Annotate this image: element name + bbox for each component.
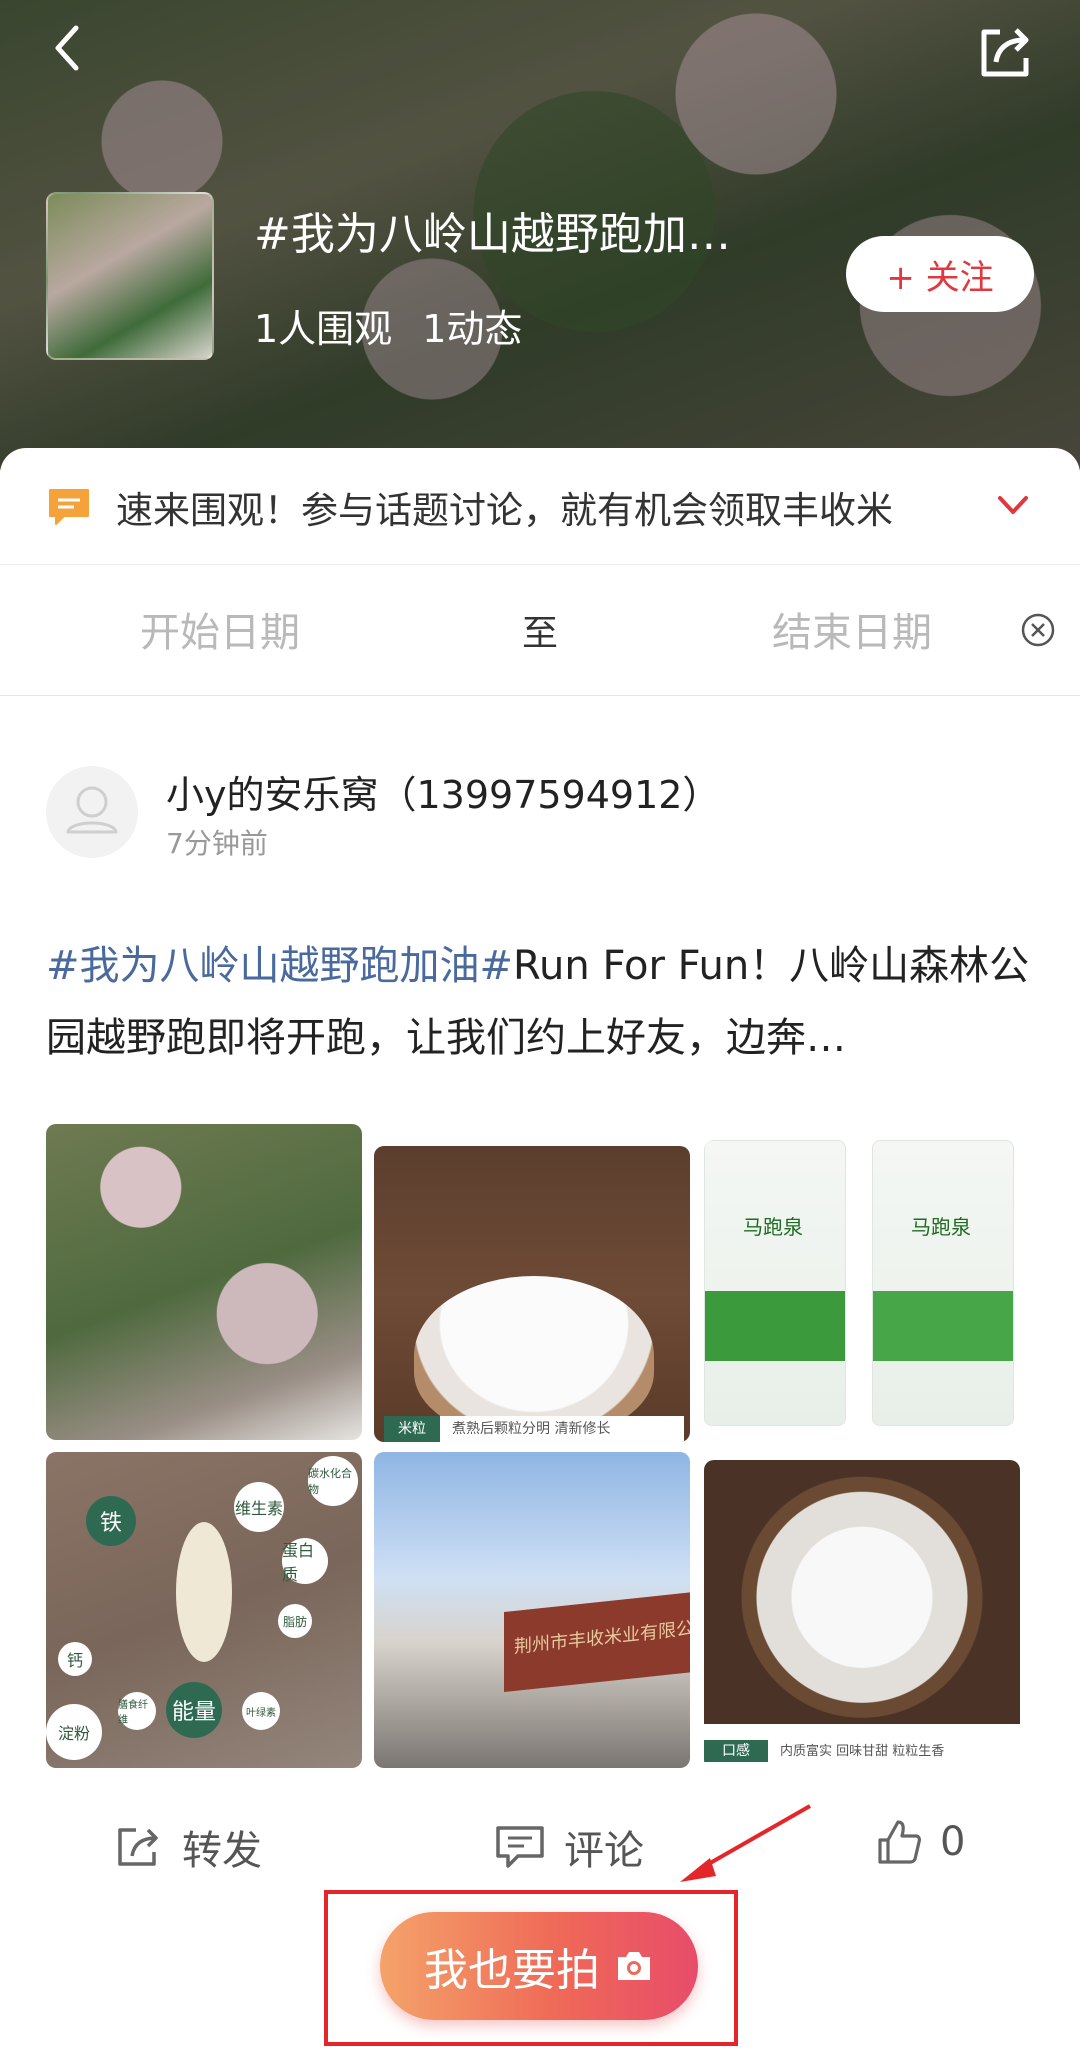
- nutrient-1: 维生素: [234, 1482, 284, 1532]
- start-date-field[interactable]: 开始日期: [140, 600, 300, 658]
- taste-caption-label: 口感: [704, 1740, 768, 1762]
- notice-text: 速来围观！参与话题讨论，就有机会领取丰收米: [116, 489, 893, 532]
- viewer-count: 1人围观: [254, 307, 393, 351]
- user-name[interactable]: 小y的安乐窝（13997594912）: [166, 764, 720, 819]
- like-button[interactable]: 0: [876, 1818, 965, 1866]
- chevron-down-icon[interactable]: [996, 490, 1030, 520]
- end-date-field[interactable]: 结束日期: [772, 600, 932, 658]
- nutrient-9: 淀粉: [46, 1704, 102, 1760]
- nutrient-8: 叶绿素: [242, 1692, 280, 1730]
- topic-title: #我为八岭山越野跑加…: [254, 209, 731, 260]
- topic-tag-link[interactable]: #我为八岭山越野跑加油#: [46, 943, 513, 989]
- rice-caption-label: 米粒: [384, 1416, 440, 1442]
- nutrient-0: 铁: [86, 1496, 136, 1546]
- bag-band-back: [873, 1291, 1013, 1361]
- bag-band: [705, 1291, 845, 1361]
- forward-label: 转发: [182, 1828, 262, 1874]
- post-image-factory[interactable]: 荆州市丰收米业有限公: [374, 1452, 690, 1768]
- clear-icon[interactable]: [1020, 612, 1056, 648]
- user-icon: [66, 786, 118, 834]
- post-image-rice-plate[interactable]: 口感 内质富实 回味甘甜 粒粒生香: [704, 1460, 1020, 1770]
- date-separator: 至: [522, 613, 559, 654]
- shoot-button[interactable]: 我也要拍: [380, 1912, 698, 2020]
- topic-thumbnail: [46, 192, 214, 360]
- share-icon[interactable]: [970, 18, 1040, 88]
- bag-brand: 马跑泉: [743, 1215, 803, 1239]
- thumbs-up-icon: [878, 1820, 921, 1864]
- taste-caption: 口感 内质富实 回味甘甜 粒粒生香: [704, 1740, 1020, 1770]
- post-count: 1动态: [422, 307, 523, 351]
- back-icon[interactable]: [40, 18, 100, 78]
- rice-bowl: [414, 1276, 654, 1436]
- comment-label: 评论: [564, 1828, 644, 1874]
- topic-stats: 1人围观 1动态: [254, 298, 552, 353]
- nutrient-3: 蛋白质: [282, 1538, 328, 1584]
- rice-caption: 米粒 煮熟后颗粒分明 清新修长: [384, 1416, 684, 1442]
- company-sign: 荆州市丰收米业有限公: [504, 1592, 690, 1692]
- nutrient-6: 能量: [166, 1682, 222, 1738]
- comment-icon: [496, 1826, 544, 1868]
- nutrient-2: 碳水化合物: [308, 1456, 358, 1506]
- nutrient-4: 脂肪: [278, 1604, 312, 1638]
- annotation-arrow: [670, 1800, 820, 1890]
- nutrient-7: 膳食纤维: [118, 1692, 156, 1730]
- follow-button[interactable]: + 关注: [846, 236, 1034, 312]
- comment-button[interactable]: 评论: [494, 1818, 644, 1876]
- company-sign-text: 荆州市丰收米业有限公: [514, 1618, 690, 1658]
- camera-icon: [618, 1952, 650, 1980]
- rice-bag-back: 马跑泉: [872, 1140, 1014, 1426]
- post-image-rice-bags[interactable]: 马跑泉 马跑泉: [704, 1140, 1020, 1444]
- avatar[interactable]: [46, 766, 138, 858]
- rice-plate: [704, 1460, 1020, 1724]
- post-text[interactable]: #我为八岭山越野跑加油#Run For Fun！八岭山森林公园越野跑即将开跑，让…: [46, 930, 1036, 1074]
- post-time: 7分钟前: [166, 827, 268, 860]
- post-image-nutrients[interactable]: 铁 维生素 碳水化合物 蛋白质 脂肪 钙 能量 膳食纤维 叶绿素 淀粉: [46, 1452, 362, 1768]
- like-count: 0: [940, 1819, 966, 1865]
- bag-brand-back: 马跑泉: [911, 1215, 971, 1239]
- shoot-button-label: 我也要拍: [424, 1945, 600, 1996]
- post-image-aerial-park[interactable]: [46, 1124, 362, 1440]
- nutrient-5: 钙: [58, 1642, 92, 1676]
- message-icon: [46, 486, 92, 528]
- rice-bag-front: 马跑泉: [704, 1140, 846, 1426]
- forward-button[interactable]: 转发: [114, 1818, 262, 1876]
- taste-caption-text: 内质富实 回味甘甜 粒粒生香: [780, 1744, 945, 1759]
- rice-grain: [176, 1522, 232, 1662]
- post-image-rice-bowl[interactable]: 米粒 煮熟后颗粒分明 清新修长: [374, 1146, 690, 1442]
- rice-caption-text: 煮熟后颗粒分明 清新修长: [452, 1421, 611, 1437]
- share-icon: [118, 1828, 158, 1866]
